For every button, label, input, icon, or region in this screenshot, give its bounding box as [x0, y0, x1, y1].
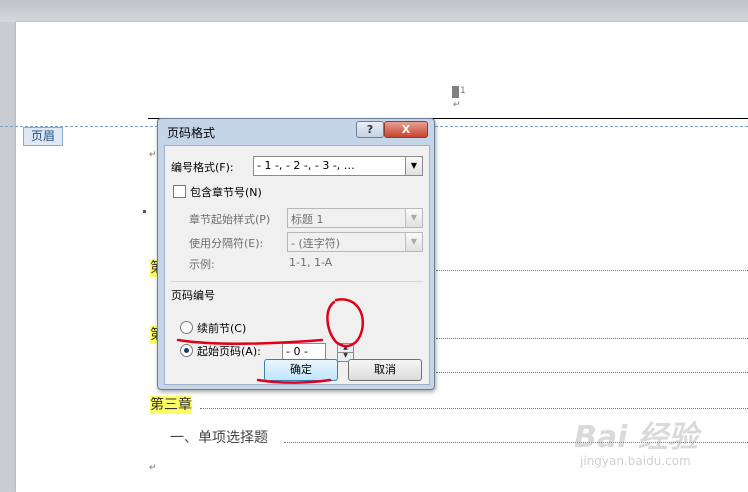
circle-annotation: [326, 298, 365, 348]
underline-annotation: [176, 338, 324, 346]
underline-annotation: [256, 378, 332, 384]
annotation-layer: [176, 298, 365, 384]
